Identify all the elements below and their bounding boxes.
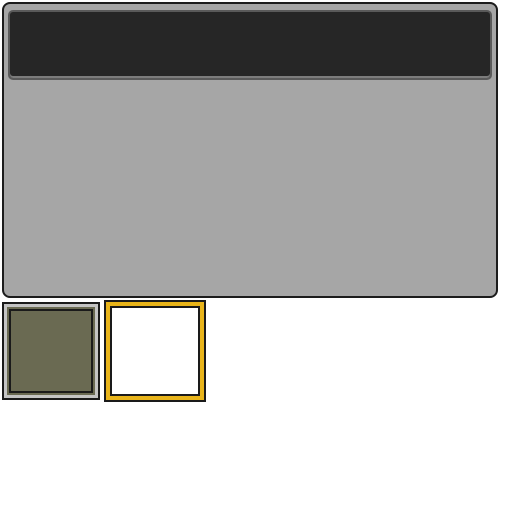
color-swatch-olive[interactable] (4, 304, 98, 398)
preview-area (8, 84, 492, 290)
preview-window (2, 2, 498, 298)
title-bar[interactable] (8, 10, 492, 80)
color-swatch-white-selected[interactable] (106, 302, 204, 400)
canvas (0, 0, 512, 512)
